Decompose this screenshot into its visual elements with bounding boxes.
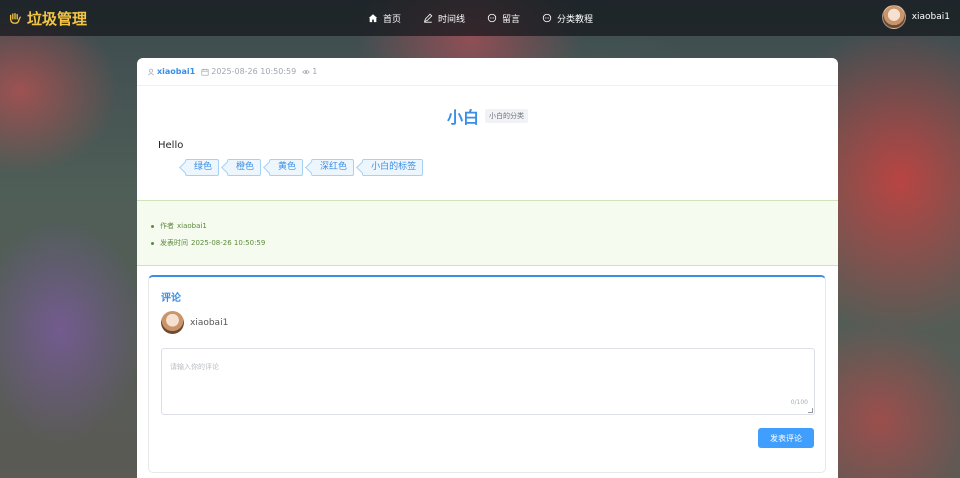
calendar-icon (201, 68, 209, 76)
brand-title: 垃圾管理 (27, 9, 88, 28)
avatar (161, 311, 184, 334)
nav-item-categories[interactable]: 分类教程 (542, 12, 593, 25)
info-author-value: xiaobai1 (177, 222, 207, 230)
meta-datetime: 2025-08-26 10:50:59 (201, 67, 296, 76)
main-nav: 首页 时间线 留言 分类教程 (368, 0, 615, 36)
info-author-line: 作者 xiaobai1 (151, 221, 838, 231)
user-name: xiaobai1 (911, 12, 950, 22)
hand-icon (9, 12, 21, 24)
post-card: xiaobai1 2025-08-26 10:50:59 1 小白 小白的分类 … (137, 58, 838, 478)
resize-handle-icon[interactable] (808, 408, 813, 413)
post-title: 小白 (446, 108, 479, 127)
comment-section: 评论 xiaobai1 请输入你的评论 0/100 发表评论 (148, 275, 826, 473)
meta-views: 1 (302, 67, 317, 76)
post-info-box: 作者 xiaobai1 发表时间 2025-08-26 10:50:59 (137, 200, 838, 266)
nav-item-label: 时间线 (438, 14, 466, 25)
comment-placeholder: 请输入你的评论 (170, 363, 219, 371)
nav-item-guestbook[interactable]: 留言 (487, 12, 520, 25)
tag[interactable]: 深红色 (311, 159, 355, 176)
nav-item-timeline[interactable]: 时间线 (423, 12, 465, 25)
bullet-dot (151, 224, 154, 228)
meta-author-name: xiaobai1 (157, 67, 196, 76)
meta-datetime-text: 2025-08-26 10:50:59 (211, 67, 297, 76)
tag[interactable]: 黄色 (269, 159, 304, 176)
home-icon (368, 14, 378, 23)
tag[interactable]: 小白的标签 (362, 159, 424, 176)
nav-item-label: 首页 (383, 14, 402, 25)
char-counter: 0/100 (790, 399, 808, 406)
chat-icon (542, 13, 552, 23)
tag[interactable]: 橙色 (227, 159, 262, 176)
meta-author[interactable]: xiaobai1 (147, 67, 195, 76)
bullet-dot (151, 241, 154, 245)
tag[interactable]: 绿色 (185, 159, 220, 176)
category-badge[interactable]: 小白的分类 (485, 109, 528, 123)
post-title-row: 小白 小白的分类 (137, 104, 838, 128)
info-author-label: 作者 (160, 222, 174, 230)
nav-item-label: 分类教程 (557, 14, 594, 25)
info-time-label: 发表时间 (160, 239, 188, 247)
comment-user: xiaobai1 (161, 311, 228, 334)
avatar[interactable] (881, 5, 906, 29)
info-time-value: 2025-08-26 10:50:59 (191, 239, 266, 247)
brand[interactable]: 垃圾管理 (8, 8, 87, 29)
tag-list: 绿色 橙色 黄色 深红色 小白的标签 (185, 159, 431, 176)
info-time-line: 发表时间 2025-08-26 10:50:59 (151, 238, 838, 248)
submit-comment-button[interactable]: 发表评论 (758, 428, 814, 448)
chat-icon (487, 13, 497, 23)
post-content: Hello (158, 140, 184, 151)
top-nav-bar: 垃圾管理 首页 时间线 留言 分类教程 xiaobai1 (0, 0, 960, 36)
post-meta: xiaobai1 2025-08-26 10:50:59 1 (137, 58, 838, 86)
user-menu[interactable]: xiaobai1 (881, 5, 950, 29)
user-icon (147, 68, 155, 75)
pen-icon (424, 13, 433, 23)
nav-item-label: 留言 (502, 14, 521, 25)
eye-icon (302, 69, 311, 74)
nav-item-home[interactable]: 首页 (368, 12, 401, 25)
meta-views-count: 1 (312, 67, 318, 76)
comment-input[interactable]: 请输入你的评论 0/100 (161, 348, 815, 415)
comment-title: 评论 (161, 293, 181, 304)
comment-user-name: xiaobai1 (190, 317, 229, 328)
